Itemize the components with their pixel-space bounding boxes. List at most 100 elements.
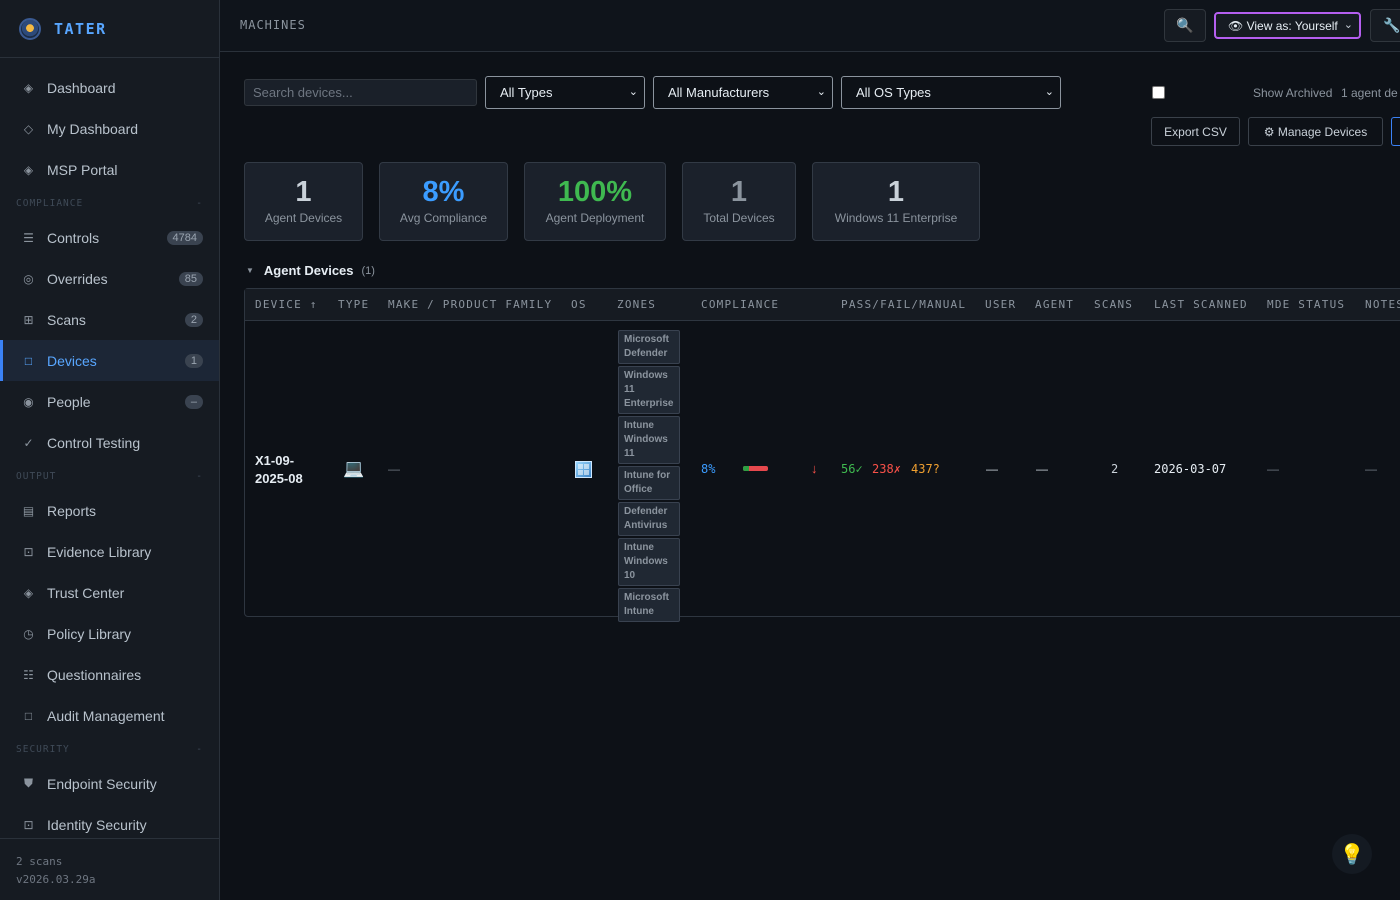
- stat-windows-11-enterprise: 1 Windows 11 Enterprise: [812, 162, 980, 241]
- stat-label: Total Devices: [703, 211, 775, 225]
- square-icon: □: [24, 353, 33, 368]
- view-as-select[interactable]: 👁 View as: Yourself ⌄: [1214, 12, 1361, 39]
- manufacturer-filter-select[interactable]: All Manufacturers ⌄: [653, 76, 833, 109]
- sidebar-item-policy-library[interactable]: ◷ Policy Library: [0, 613, 219, 654]
- settings-button[interactable]: 🔧: [1370, 9, 1400, 42]
- sidebar-item-controls[interactable]: ☰ Controls 4784: [0, 217, 219, 258]
- sidebar-item-label: Scans: [47, 311, 86, 328]
- count-badge: –: [184, 394, 203, 409]
- grid-icon: ⊞: [23, 312, 34, 327]
- wrench-icon: 🔧: [1383, 17, 1400, 33]
- sidebar-footer: 2 scans v2026.03.29a: [0, 838, 219, 900]
- laptop-icon: 💻: [343, 459, 365, 478]
- stat-total-devices: 1 Total Devices: [682, 162, 796, 241]
- check-icon: ✓: [23, 435, 34, 450]
- show-archived-checkbox[interactable]: [1152, 86, 1165, 99]
- notes-value: —: [1365, 462, 1377, 476]
- section-output[interactable]: OUTPUT -: [0, 463, 219, 490]
- stat-label: Agent Devices: [264, 211, 343, 225]
- last-scanned-value: 2026-03-07: [1154, 462, 1227, 476]
- stat-value: 1: [887, 176, 905, 208]
- sidebar-item-endpoint-security[interactable]: ⛊ Endpoint Security: [0, 763, 219, 804]
- sidebar-item-devices[interactable]: □ Devices 1: [0, 340, 219, 381]
- column-header-type[interactable]: TYPE: [338, 298, 369, 311]
- section-toggle: -: [196, 471, 203, 482]
- sidebar-item-msp-portal[interactable]: ◈ MSP Portal: [0, 149, 219, 190]
- export-csv-button[interactable]: Export CSV: [1151, 117, 1240, 146]
- global-search-button[interactable]: 🔍: [1164, 9, 1206, 42]
- list-icon: ☰: [23, 230, 34, 245]
- sidebar-item-label: My Dashboard: [47, 120, 139, 137]
- search-icon: 🔍: [1176, 17, 1194, 33]
- zone-tag: Microsoft Intune: [618, 588, 680, 622]
- evidence-icon: ⊡: [23, 544, 34, 559]
- section-security[interactable]: SECURITY -: [0, 736, 219, 763]
- manage-devices-button[interactable]: ⚙ Manage Devices: [1248, 117, 1383, 146]
- sidebar-item-trust-center[interactable]: ◈ Trust Center: [0, 572, 219, 613]
- device-name[interactable]: X1-09-2025-08: [255, 452, 325, 488]
- sidebar-item-audit-management[interactable]: □ Audit Management: [0, 695, 219, 736]
- clock-icon: ◷: [23, 626, 34, 641]
- lightbulb-icon: 💡: [1339, 843, 1365, 866]
- sidebar-item-overrides[interactable]: ◎ Overrides 85: [0, 258, 219, 299]
- lightbulb-help-button[interactable]: 💡: [1332, 834, 1372, 874]
- manual-count: 437?: [911, 462, 940, 476]
- column-header-zones[interactable]: ZONES: [617, 298, 656, 311]
- compliance-value: 8%: [701, 462, 716, 476]
- sidebar-item-label: Trust Center: [47, 584, 125, 601]
- sidebar-item-reports[interactable]: ▤ Reports: [0, 490, 219, 531]
- device-search-input[interactable]: [244, 79, 477, 106]
- column-header-mde-status[interactable]: MDE STATUS: [1267, 298, 1345, 311]
- select-value: All OS Types: [856, 85, 931, 100]
- sidebar-item-evidence-library[interactable]: ⊡ Evidence Library: [0, 531, 219, 572]
- chevron-down-icon: ⌄: [1343, 19, 1353, 31]
- collapse-triangle-icon: ▼: [246, 266, 254, 275]
- os-filter-select[interactable]: All OS Types ⌄: [841, 76, 1061, 109]
- sidebar-item-dashboard[interactable]: ◈ Dashboard: [0, 67, 219, 108]
- sidebar-item-control-testing[interactable]: ✓ Control Testing: [0, 422, 219, 463]
- compliance-bar: [743, 466, 768, 471]
- zone-tag: Intune Windows 10: [618, 538, 680, 586]
- group-header-agent-devices[interactable]: ▼ Agent Devices (1): [246, 263, 375, 278]
- primary-action-button[interactable]: [1391, 117, 1400, 146]
- top-bar: MACHINES 🔍 👁 View as: Yourself ⌄ 🔧: [220, 0, 1400, 52]
- diamond-outline-icon: ◇: [23, 121, 34, 136]
- shield-icon: ⛊: [23, 776, 33, 790]
- group-count: (1): [361, 264, 375, 277]
- sidebar-item-label: Policy Library: [47, 625, 132, 642]
- sidebar-item-label: MSP Portal: [47, 161, 118, 178]
- column-header-make[interactable]: MAKE / PRODUCT FAMILY: [388, 298, 552, 311]
- chevron-down-icon: ⌄: [1044, 86, 1054, 98]
- sidebar-item-identity-security[interactable]: ⊡ Identity Security: [0, 804, 219, 837]
- make-value: —: [388, 462, 400, 476]
- scans-value: 2: [1111, 462, 1119, 476]
- sidebar-item-people[interactable]: ◉ People –: [0, 381, 219, 422]
- column-header-os[interactable]: OS: [571, 298, 587, 311]
- column-header-user[interactable]: USER: [985, 298, 1016, 311]
- section-compliance[interactable]: COMPLIANCE -: [0, 190, 219, 217]
- sidebar-item-label: Evidence Library: [47, 543, 152, 560]
- sidebar-item-my-dashboard[interactable]: ◇ My Dashboard: [0, 108, 219, 149]
- type-filter-select[interactable]: All Types ⌄: [485, 76, 645, 109]
- sidebar-item-label: Controls: [47, 229, 100, 246]
- sidebar-item-label: Dashboard: [47, 79, 116, 96]
- scan-count: 2 scans: [16, 855, 63, 868]
- windows-icon: [575, 461, 592, 478]
- app-version: v2026.03.29a: [16, 873, 96, 886]
- column-header-pass-fail-manual[interactable]: PASS/FAIL/MANUAL: [841, 298, 966, 311]
- sidebar-item-questionnaires[interactable]: ☷ Questionnaires: [0, 654, 219, 695]
- diamond-icon: ◈: [23, 80, 34, 95]
- brand[interactable]: TATER: [0, 0, 219, 58]
- column-header-notes[interactable]: NOTES: [1365, 298, 1400, 311]
- pass-count: 56✓: [841, 462, 863, 476]
- view-as-label: 👁 View as: Yourself: [1228, 18, 1338, 33]
- tater-logo-icon: [19, 17, 41, 40]
- column-header-device[interactable]: DEVICE ↑: [255, 298, 318, 311]
- square-icon: □: [24, 708, 33, 723]
- sidebar-item-scans[interactable]: ⊞ Scans 2: [0, 299, 219, 340]
- column-header-agent[interactable]: AGENT: [1035, 298, 1074, 311]
- column-header-compliance[interactable]: COMPLIANCE: [701, 298, 779, 311]
- select-value: All Types: [500, 85, 553, 100]
- column-header-last-scanned[interactable]: LAST SCANNED: [1154, 298, 1248, 311]
- column-header-scans[interactable]: SCANS: [1094, 298, 1133, 311]
